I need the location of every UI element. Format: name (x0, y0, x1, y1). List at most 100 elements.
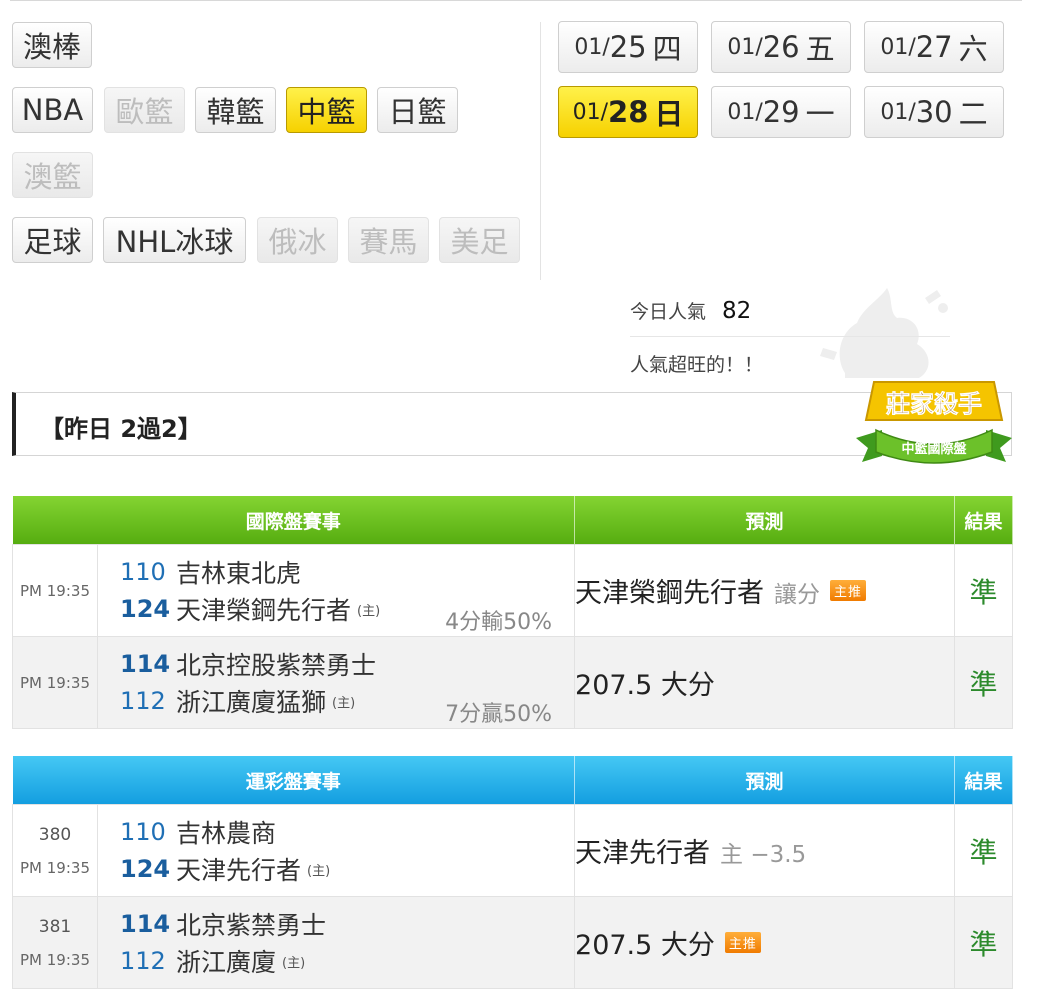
match-teams: 114 北京紫禁勇士 112 浙江廣廈 (主) (96, 896, 576, 989)
prediction-cell: 207.5 大分 主推 (574, 896, 956, 989)
category-button-korea-basketball[interactable]: 韓籃 (195, 87, 276, 133)
away-team: 吉林農商 (176, 819, 277, 848)
popularity-label: 今日人氣 (630, 301, 707, 323)
home-team-line: 124 天津先行者 (主) (120, 851, 574, 888)
date-prefix: 01/ (727, 99, 763, 125)
top-rule (10, 0, 1022, 4)
home-team: 浙江廣廈猛獅 (176, 688, 327, 717)
international-header-prediction: 預測 (574, 496, 956, 545)
category-button-soccer[interactable]: 足球 (12, 217, 93, 263)
prediction-pick: 天津榮鋼先行者 (575, 578, 765, 609)
prediction-cell: 207.5 大分 (574, 636, 956, 729)
match-teams: 110 吉林農商 124 天津先行者 (主) (96, 804, 576, 897)
sports-lottery-header-result: 結果 (954, 756, 1014, 805)
date-day: 26 (762, 30, 800, 64)
date-button-0130[interactable]: 01/30 二 (864, 86, 1004, 138)
international-table: 國際盤賽事 預測 結果 PM 19:35 110 吉林東北虎 124 天津榮鋼先… (12, 496, 1014, 729)
prediction-cell: 天津榮鋼先行者 讓分 主推 (574, 544, 956, 637)
date-prefix: 01/ (574, 34, 610, 60)
date-button-0127[interactable]: 01/27 六 (864, 21, 1004, 73)
date-day: 29 (762, 95, 800, 129)
date-button-0126[interactable]: 01/26 五 (711, 21, 851, 73)
result-cell: 準 (954, 636, 1014, 729)
sports-lottery-table: 運彩盤賽事 預測 結果 380 PM 19:35 110 吉林農商 124 天津… (12, 756, 1014, 989)
prediction-sub: 讓分 (774, 582, 821, 608)
sports-lottery-header-prediction: 預測 (574, 756, 956, 805)
popularity-value: 82 (722, 298, 752, 324)
prediction-sub: 主 −3.5 (720, 842, 807, 868)
match-teams: 114 北京控股紫禁勇士 112 浙江廣廈猛獅 (主) 7分贏50% (96, 636, 576, 729)
prediction-cell: 天津先行者主 −3.5 (574, 804, 956, 897)
date-weekday: 六 (958, 32, 988, 66)
date-weekday: 二 (958, 97, 988, 131)
match-time: PM 19:35 (12, 636, 98, 729)
result-cell: 準 (954, 544, 1014, 637)
international-header-result: 結果 (954, 496, 1014, 545)
home-team: 浙江廣廈 (176, 948, 277, 977)
table-row: PM 19:35 110 吉林東北虎 124 天津榮鋼先行者 (主) 4分輸50… (12, 544, 1014, 637)
category-button-aussie-basketball[interactable]: 澳籃 (12, 152, 93, 198)
handicap-result: 7分贏50% (445, 701, 553, 727)
category-button-horse-racing[interactable]: 賽馬 (348, 217, 429, 263)
category-button-aussie-baseball[interactable]: 澳棒 (12, 22, 92, 68)
date-weekday: 五 (805, 32, 835, 66)
popularity-comment: 人氣超旺的！！ (630, 354, 764, 376)
match-time-cell: 380 PM 19:35 (12, 804, 98, 897)
match-time: PM 19:35 (20, 950, 90, 969)
date-weekday: 四 (652, 32, 682, 66)
category-button-nba[interactable]: NBA (12, 87, 93, 133)
date-prefix: 01/ (727, 34, 763, 60)
table-row: 381 PM 19:35 114 北京紫禁勇士 112 浙江廣廈 (主) 207… (12, 896, 1014, 989)
date-day: 28 (608, 95, 649, 129)
date-button-0129[interactable]: 01/29 一 (711, 86, 851, 138)
international-header-row: 國際盤賽事 預測 結果 (12, 496, 1014, 545)
home-score: 112 (120, 947, 166, 975)
prediction-pick: 207.5 大分 (575, 670, 715, 701)
away-team-line: 110 吉林東北虎 (120, 554, 574, 591)
prediction-pick: 天津先行者 (575, 838, 711, 869)
home-score: 124 (120, 855, 171, 883)
sports-lottery-header-event: 運彩盤賽事 (12, 756, 576, 805)
top-pick-tag: 主推 (724, 932, 761, 953)
category-button-russia-hockey[interactable]: 俄冰 (257, 217, 338, 263)
mascot-watermark-icon (820, 288, 948, 378)
away-score: 114 (120, 910, 171, 938)
result-cell: 準 (954, 896, 1014, 989)
home-mark: (主) (282, 955, 306, 971)
date-prefix: 01/ (572, 99, 609, 125)
home-team-line: 112 浙江廣廈 (主) (120, 943, 574, 980)
category-button-american-football[interactable]: 美足 (439, 217, 520, 263)
match-code: 381 (38, 916, 72, 937)
date-weekday: 一 (805, 97, 835, 131)
sports-lottery-header-row: 運彩盤賽事 預測 結果 (12, 756, 1014, 805)
date-day: 30 (915, 95, 953, 129)
away-team: 吉林東北虎 (176, 559, 302, 588)
away-team: 北京紫禁勇士 (176, 911, 327, 940)
home-score: 124 (120, 595, 171, 623)
table-row: 380 PM 19:35 110 吉林農商 124 天津先行者 (主) 天津先行… (12, 804, 1014, 897)
date-weekday: 日 (654, 97, 684, 131)
home-mark: (主) (357, 603, 381, 619)
category-button-japan-basketball[interactable]: 日籃 (377, 87, 458, 133)
away-score: 110 (120, 558, 166, 586)
date-button-0128[interactable]: 01/28 日 (558, 86, 698, 138)
date-prefix: 01/ (880, 34, 916, 60)
away-score: 110 (120, 818, 166, 846)
category-button-china-basketball[interactable]: 中籃 (286, 87, 367, 133)
category-button-euro-basketball[interactable]: 歐籃 (104, 87, 185, 133)
date-button-0125[interactable]: 01/25 四 (558, 21, 698, 73)
category-button-nhl[interactable]: NHL冰球 (103, 217, 246, 263)
away-score: 114 (120, 650, 171, 678)
yesterday-summary: 【昨日 2過2】 (40, 415, 202, 443)
away-team-line: 114 北京控股紫禁勇士 (120, 646, 574, 683)
badge-title: 莊家殺手 (886, 390, 982, 418)
match-time-cell: 381 PM 19:35 (12, 896, 98, 989)
popularity-separator (630, 336, 950, 337)
match-code: 380 (38, 824, 72, 845)
banker-killer-badge-icon: 莊家殺手 中籃國際盤 (856, 381, 1012, 464)
home-team: 天津榮鋼先行者 (176, 596, 352, 625)
result-cell: 準 (954, 804, 1014, 897)
prediction-pick: 207.5 大分 (575, 930, 715, 961)
away-team-line: 114 北京紫禁勇士 (120, 906, 574, 943)
home-mark: (主) (307, 863, 331, 879)
